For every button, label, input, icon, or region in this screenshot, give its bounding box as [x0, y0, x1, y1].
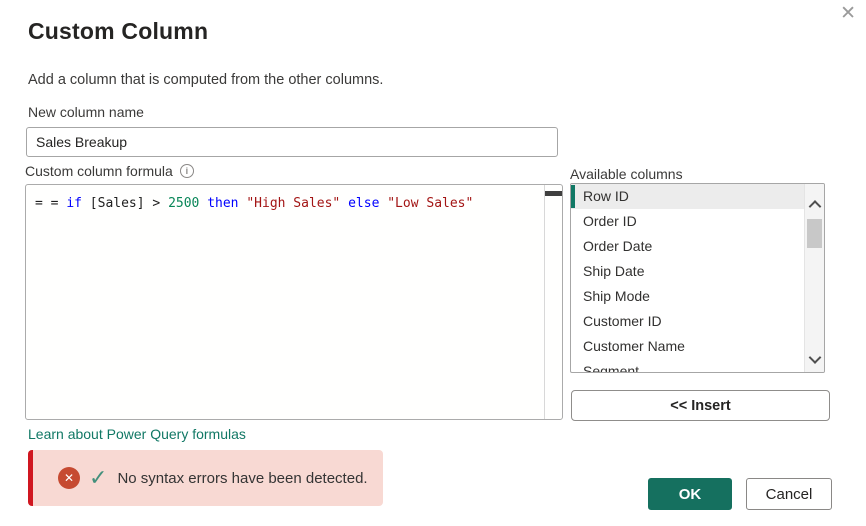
list-item-segment[interactable]: Segment — [571, 359, 804, 372]
available-columns-list[interactable]: Row ID Order ID Order Date Ship Date Ship Mo… — [571, 184, 804, 372]
info-icon[interactable]: i — [179, 164, 194, 178]
list-scroll-thumb[interactable] — [807, 219, 822, 248]
formula-editor[interactable]: = = if [Sales] > 2500 then "High Sales" … — [25, 184, 563, 420]
list-item-customer-id[interactable]: Customer ID — [571, 309, 804, 334]
dialog-subtitle: Add a column that is computed from the o… — [28, 72, 384, 88]
check-icon: ✓ — [89, 465, 108, 490]
formula-code: = = if [Sales] > 2500 then "High Sales" … — [35, 196, 538, 211]
cancel-button[interactable]: Cancel — [746, 478, 832, 510]
list-item-customer-name[interactable]: Customer Name — [571, 334, 804, 359]
formula-token — [340, 196, 348, 211]
list-item-order-date[interactable]: Order Date — [571, 234, 804, 259]
learn-power-query-link[interactable]: Learn about Power Query formulas — [28, 426, 246, 442]
chevron-up-icon[interactable] — [808, 200, 821, 213]
list-item-order-id[interactable]: Order ID — [571, 209, 804, 234]
formula-token: "Low Sales" — [387, 196, 474, 211]
chevron-down-icon[interactable] — [808, 351, 821, 364]
formula-token: then — [207, 196, 239, 211]
list-item-row-id[interactable]: Row ID — [571, 184, 804, 209]
close-icon[interactable]: ✕ — [840, 2, 856, 26]
formula-token: = = — [35, 196, 67, 211]
formula-token: if — [66, 196, 82, 211]
insert-button[interactable]: << Insert — [571, 390, 830, 421]
status-banner: ✕ ✓ No syntax errors have been detected. — [28, 450, 383, 506]
available-columns-listbox: Row ID Order ID Order Date Ship Date Ship Mo… — [570, 183, 825, 373]
new-column-name-label: New column name — [28, 104, 144, 120]
list-item-ship-mode[interactable]: Ship Mode — [571, 284, 804, 309]
formula-token: [Sales] > — [81, 196, 169, 211]
formula-token: else — [348, 196, 380, 211]
list-item-ship-date[interactable]: Ship Date — [571, 259, 804, 284]
formula-label: Custom column formula — [25, 163, 173, 179]
formula-token: 2500 — [168, 196, 200, 211]
formula-token: "High Sales" — [246, 196, 341, 211]
status-message: No syntax errors have been detected. — [117, 469, 368, 487]
error-badge-icon: ✕ — [58, 467, 80, 489]
page-title: Custom Column — [28, 18, 209, 44]
custom-column-dialog: ✕ Custom Column Add a column that is com… — [0, 0, 866, 526]
new-column-name-input[interactable] — [26, 127, 558, 157]
formula-scrollbar[interactable] — [544, 185, 562, 419]
list-scrollbar[interactable] — [804, 184, 824, 372]
ok-button[interactable]: OK — [648, 478, 732, 510]
available-columns-label: Available columns — [570, 166, 683, 182]
formula-scroll-thumb[interactable] — [545, 191, 562, 196]
